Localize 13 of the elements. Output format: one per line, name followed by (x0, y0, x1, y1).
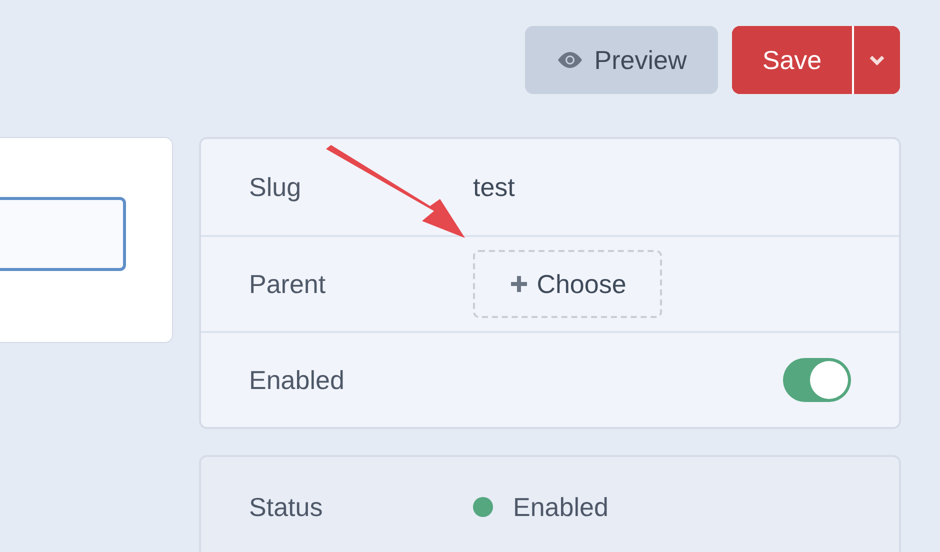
status-value: Enabled (513, 490, 608, 524)
chevron-down-icon (868, 54, 886, 66)
input-field[interactable] (0, 197, 126, 271)
eye-icon (556, 51, 584, 69)
field-value: test (473, 170, 515, 204)
toggle-switch[interactable] (783, 358, 851, 402)
preview-button[interactable]: Preview (525, 26, 718, 94)
plus-icon (508, 274, 529, 294)
field-label: Enabled (249, 364, 346, 396)
choose-button[interactable]: Choose (473, 250, 662, 318)
status-label: Status (249, 490, 324, 524)
field-label: Parent (249, 268, 327, 300)
field-label: Slug (249, 170, 302, 204)
